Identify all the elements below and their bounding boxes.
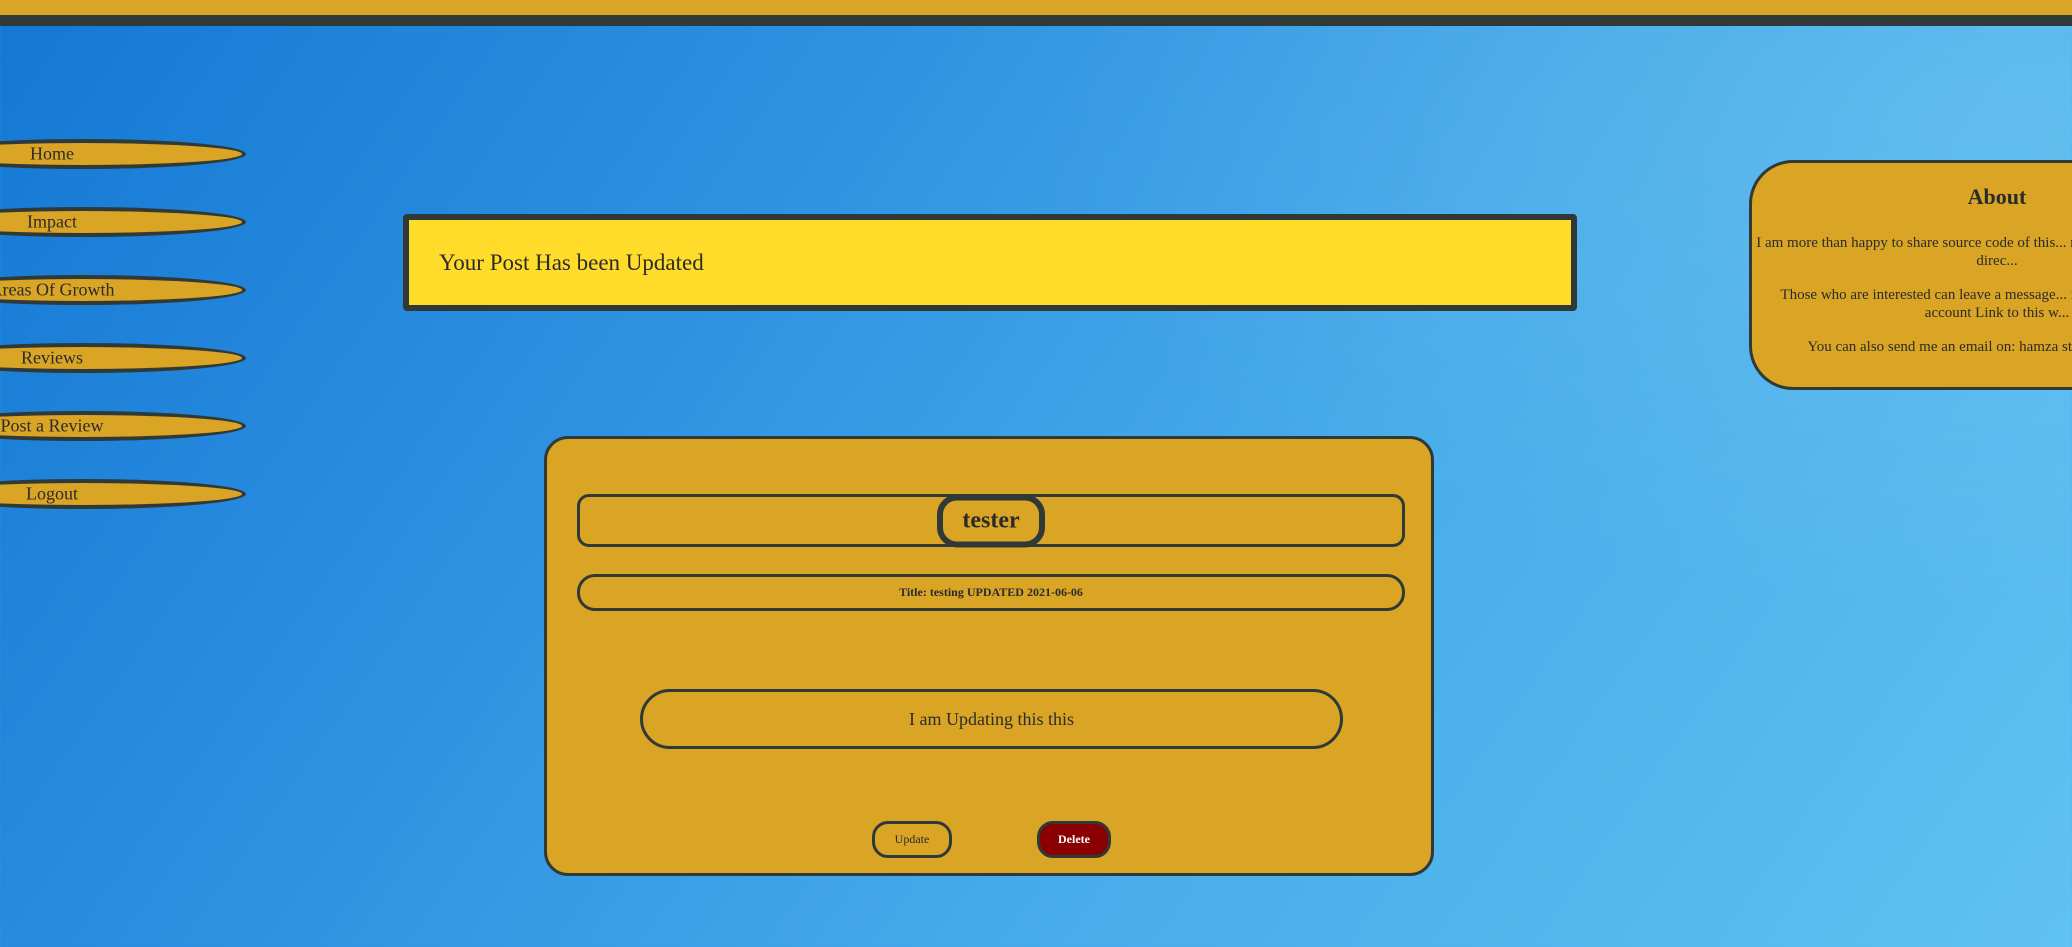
post-title: Title: testing UPDATED 2021-06-06 [577,574,1405,611]
sidebar-item-reviews[interactable]: Reviews [0,343,246,373]
sidebar-item-label: Reviews [21,347,83,368]
sidebar-item-label: Logout [26,483,78,504]
sidebar-item-areas-of-growth[interactable]: Areas Of Growth [0,275,246,305]
sidebar-item-label: Areas Of Growth [0,279,115,300]
sidebar-item-logout[interactable]: Logout [0,479,246,509]
sidebar-item-label: Home [30,143,74,164]
about-title: About [1967,184,2027,209]
flash-message: Your Post Has been Updated [403,214,1577,311]
about-paragraph-email: You can also send me an email on: hamza … [1807,339,2072,355]
flash-message-text: Your Post Has been Updated [439,249,704,275]
sidebar-item-label: Post a Review [0,415,104,436]
sidebar-item-label: Impact [27,211,77,232]
post-title-text: Title: testing UPDATED 2021-06-06 [899,585,1083,599]
about-paragraph-github: Those who are interested can leave a mes… [1780,287,2072,321]
update-button[interactable]: Update [872,821,952,858]
post-author-box: tester [577,494,1405,547]
post-card: tester Title: testing UPDATED 2021-06-06… [544,436,1434,876]
top-bar-border [0,15,2072,26]
about-card: About I am more than happy to share sour… [1749,160,2072,390]
delete-button[interactable]: Delete [1037,821,1111,858]
post-body-text: I am Updating this this [909,708,1074,729]
sidebar-item-post-a-review[interactable]: Post a Review [0,411,246,441]
about-paragraph-source-code: I am more than happy to share source cod… [1756,235,2072,269]
post-author: tester [937,494,1045,547]
top-bar [0,0,2072,15]
sidebar-item-impact[interactable]: Impact [0,207,246,237]
sidebar-item-home[interactable]: Home [0,139,246,169]
post-body: I am Updating this this [640,689,1343,749]
